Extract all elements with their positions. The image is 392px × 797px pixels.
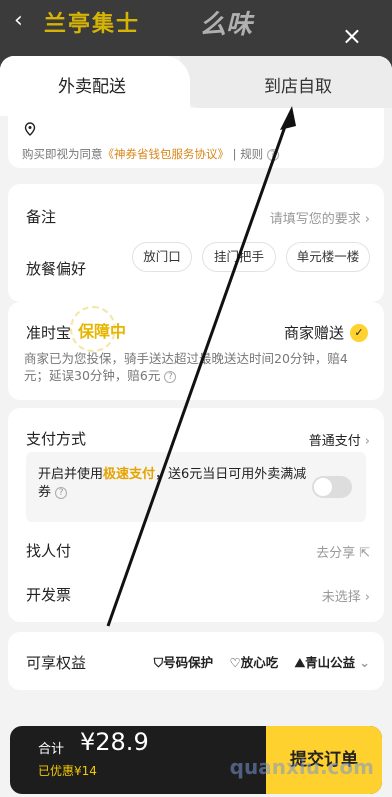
annotation-arrow-icon	[106, 106, 296, 627]
